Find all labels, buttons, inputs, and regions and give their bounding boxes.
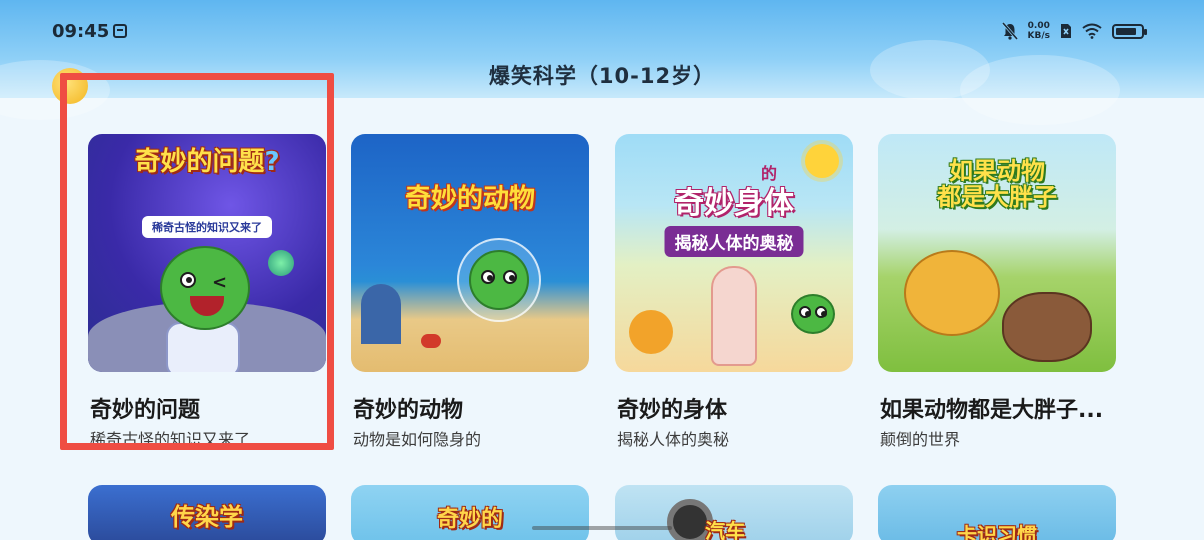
netspeed-value: 0.00 xyxy=(1027,21,1050,31)
card-title: 奇妙的动物 xyxy=(353,398,464,423)
status-bar: 09:45 0.00 KB/s xyxy=(0,0,1204,62)
course-thumbnail[interactable]: 如果动物 都是大胖子 xyxy=(878,134,1116,372)
pumpkin-character xyxy=(629,310,673,354)
notification-app-icon xyxy=(113,24,127,38)
no-sim-icon xyxy=(1061,24,1071,38)
logo-text: 奇妙身体 xyxy=(674,186,794,221)
selection-highlight xyxy=(60,73,334,450)
status-time: 09:45 xyxy=(52,21,110,42)
course-card-fat-animals[interactable]: 如果动物 都是大胖子 如果动物都是大胖子... 颠倒的世界 xyxy=(878,134,1116,449)
logo-line-2: 都是大胖子 xyxy=(937,183,1057,211)
course-card-row2-3[interactable]: 汽车 xyxy=(615,485,853,540)
course-thumbnail[interactable]: 奇妙身体 的 揭秘人体的奥秘 xyxy=(615,134,853,372)
course-card-animals[interactable]: 奇妙的动物 奇妙的动物 动物是如何隐身的 xyxy=(351,134,589,449)
status-icons: 0.00 KB/s xyxy=(1001,20,1147,42)
sun-icon xyxy=(805,144,839,178)
course-thumbnail[interactable]: 奇妙的动物 xyxy=(351,134,589,372)
card-subtitle: 揭秘人体的奥秘 xyxy=(617,430,730,449)
netspeed-unit: KB/s xyxy=(1027,31,1050,41)
course-thumbnail[interactable]: 奇妙的 xyxy=(351,485,589,540)
wifi-icon xyxy=(1082,23,1102,39)
thumbnail-logo-text: 奇妙身体 xyxy=(615,178,853,222)
mute-bell-icon xyxy=(1001,22,1018,40)
crab-icon xyxy=(421,334,441,348)
battery-level-fill xyxy=(1116,27,1136,35)
thumbnail-logo-text: 汽车 xyxy=(705,519,745,540)
card-title: 如果动物都是大胖子... xyxy=(880,398,1104,423)
course-thumbnail[interactable]: 卡识习惯 xyxy=(878,485,1116,540)
course-thumbnail[interactable]: 汽车 xyxy=(615,485,853,540)
card-subtitle: 动物是如何隐身的 xyxy=(353,430,482,449)
thumbnail-logo-text: 奇妙的动物 xyxy=(404,184,535,214)
course-thumbnail[interactable]: 传染学 xyxy=(88,485,326,540)
buffalo-character xyxy=(1002,292,1092,362)
leopard-character xyxy=(904,250,1000,336)
thumbnail-logo-text: 如果动物 都是大胖子 xyxy=(878,158,1116,210)
coral-rock xyxy=(361,284,401,344)
human-body-figure xyxy=(711,266,757,366)
card-subtitle: 颠倒的世界 xyxy=(880,430,961,449)
app-screen: 09:45 0.00 KB/s 爆笑科学（10-12岁） 奇妙的问题? 稀奇古怪… xyxy=(0,0,1204,540)
network-speed: 0.00 KB/s xyxy=(1028,21,1050,41)
course-card-row2-4[interactable]: 卡识习惯 xyxy=(878,485,1116,540)
character-head xyxy=(791,294,835,334)
course-card-row2-1[interactable]: 传染学 xyxy=(88,485,326,540)
thumbnail-logo-text: 传染学 xyxy=(171,503,243,531)
logo-small-char: 的 xyxy=(761,164,778,183)
thumbnail-banner: 揭秘人体的奥秘 xyxy=(664,226,804,257)
character-head xyxy=(469,250,529,310)
course-card-row2-2[interactable]: 奇妙的 xyxy=(351,485,589,540)
logo-line-1: 如果动物 xyxy=(949,157,1045,185)
home-indicator[interactable] xyxy=(532,526,672,530)
battery-icon xyxy=(1112,23,1147,39)
course-card-body[interactable]: 奇妙身体 的 揭秘人体的奥秘 奇妙的身体 揭秘人体的奥秘 xyxy=(615,134,853,449)
thumbnail-logo-text: 卡识习惯 xyxy=(957,523,1037,540)
card-title: 奇妙的身体 xyxy=(617,398,728,423)
